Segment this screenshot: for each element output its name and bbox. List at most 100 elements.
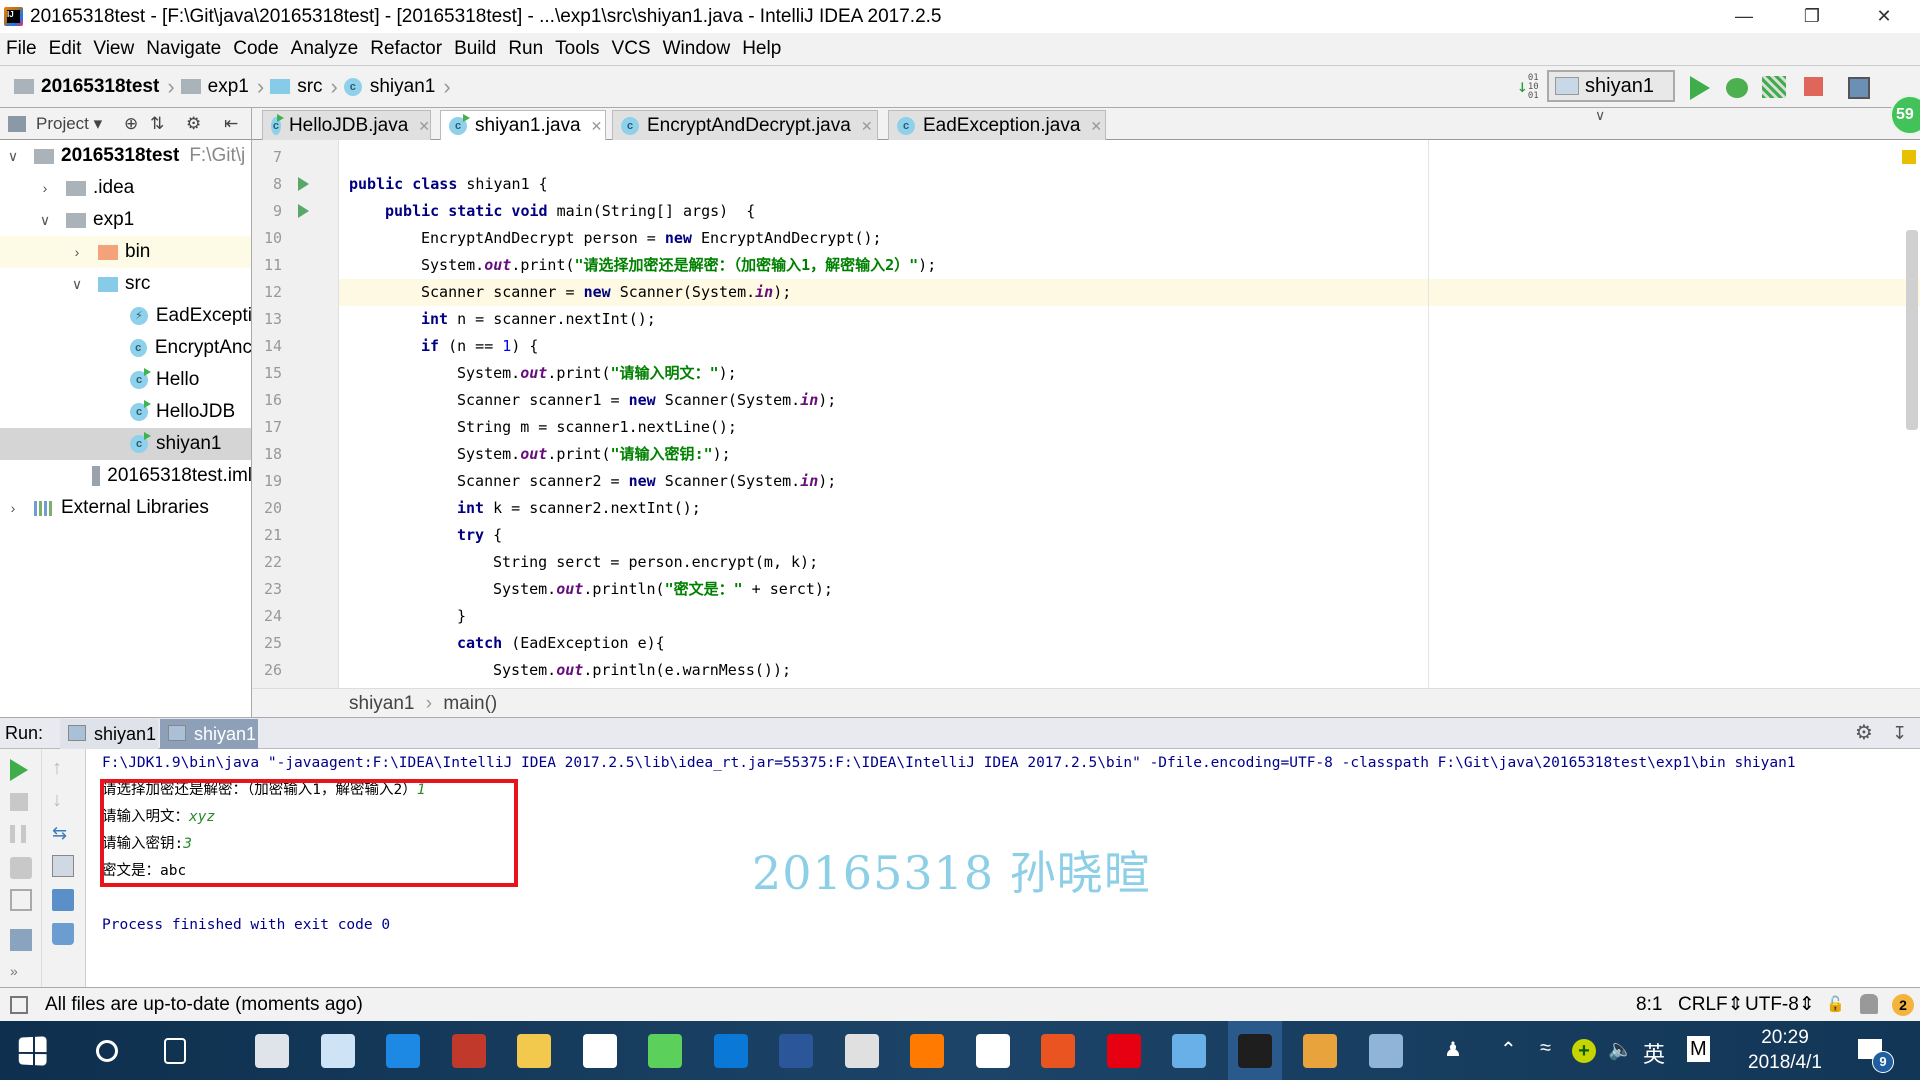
code-line[interactable]: String serct = person.encrypt(m, k); [493,549,818,576]
exit-icon[interactable] [10,889,32,911]
menu-view[interactable]: View [93,33,134,65]
chevron-down-icon[interactable]: ∨ [70,268,84,300]
download-sources-icon[interactable]: ↓ 01 10 01 [1517,74,1541,102]
wifi-icon[interactable]: ≈ [1540,1037,1551,1060]
line-separator[interactable]: CRLF⇕ [1678,988,1744,1021]
lock-icon[interactable]: 🔓 [1826,988,1845,1021]
close-tab-icon[interactable]: ✕ [591,111,603,141]
close-button[interactable]: ✕ [1856,0,1912,33]
locate-icon[interactable]: ⊕ [124,108,138,140]
pause-icon[interactable] [10,825,26,843]
code-line[interactable]: catch (EadException e){ [457,630,665,657]
code-line[interactable]: int n = scanner.nextInt(); [421,306,656,333]
firefox-taskbar-icon[interactable] [910,1034,944,1068]
tree-item-shiyan1[interactable]: c shiyan1 [0,428,251,460]
code-line[interactable]: public class shiyan1 { [349,171,548,198]
menu-edit[interactable]: Edit [49,33,82,65]
photos-taskbar-icon[interactable] [1368,1034,1403,1068]
menu-code[interactable]: Code [233,33,278,65]
menu-analyze[interactable]: Analyze [291,33,359,65]
collapse-all-icon[interactable]: ⇅ [150,108,164,140]
code-line[interactable]: System.out.print("请选择加密还是解密：（加密输入1，解密输入2… [421,252,936,279]
code-line[interactable]: int k = scanner2.nextInt(); [457,495,701,522]
code-line[interactable]: System.out.println(e.warnMess()); [493,657,791,684]
sourcetree-taskbar-icon[interactable] [1172,1034,1206,1068]
crumb-src[interactable]: src › [270,66,338,108]
tree-item-20165318test[interactable]: ∨ 20165318test F:\Git\j [0,140,251,172]
project-tool-header[interactable]: Project ▾ ⊕ ⇅ ⚙ ⇤ [0,108,252,140]
crumb-project[interactable]: 20165318test › [14,66,175,108]
file-explorer-taskbar-icon[interactable] [517,1034,551,1068]
code-line[interactable]: public static void main(String[] args) { [385,198,755,225]
code-line[interactable]: System.out.print("请输入密钥:"); [457,441,731,468]
tab-shiyan1[interactable]: c shiyan1.java ✕ [440,110,606,140]
tool-windows-icon[interactable] [10,996,28,1014]
code-line[interactable]: try { [457,522,502,549]
chevron-right-icon[interactable]: › [38,172,52,204]
volume-icon[interactable]: 🔈 [1608,1037,1633,1062]
run-gutter-icon[interactable] [298,204,309,218]
tree-item-eadexcepti[interactable]: ⚡ EadExcepti [0,300,251,332]
ubuntu-taskbar-icon[interactable] [1041,1034,1075,1068]
code-line[interactable]: if (n == 1) { [421,333,538,360]
tree-item-external-libraries[interactable]: › External Libraries [0,492,251,524]
menu-run[interactable]: Run [508,33,543,65]
chevron-right-icon[interactable]: › [6,492,20,524]
tree-item-20165318test-iml[interactable]: 20165318test.iml [0,460,251,492]
ime-language-indicator[interactable]: 英 [1643,1037,1665,1069]
print-icon[interactable] [52,889,74,911]
hide-panel-icon[interactable]: ⇤ [224,108,238,140]
chevron-down-icon[interactable]: ∨ [38,204,52,236]
menu-tools[interactable]: Tools [555,33,599,65]
crumb-exp1[interactable]: exp1 › [180,66,264,108]
breadcrumb-class[interactable]: shiyan1 [349,693,415,714]
run-tab-1[interactable]: shiyan1 [60,719,158,749]
tree-item-hellojdb[interactable]: c HelloJDB [0,396,251,428]
hide-icon[interactable]: ↧ [1892,718,1907,748]
baidu-netdisk-taskbar-icon[interactable] [582,1034,617,1068]
code-line[interactable]: System.out.print("请输入明文："); [457,360,737,387]
caret-position[interactable]: 8:1 [1636,988,1662,1021]
project-structure-icon[interactable] [1848,77,1870,99]
gear-icon[interactable]: ⚙ [186,108,201,140]
code-editor[interactable]: 7 8 9 10 11 12 13 14 15 16 17 18 19 20 21 22 23 24 25 26 pu… [252,140,1920,688]
paint-taskbar-icon[interactable] [1303,1034,1337,1068]
run-icon[interactable] [1690,76,1710,100]
rerun-icon[interactable] [10,759,28,781]
down-arrow-icon[interactable]: ↓ [52,789,74,811]
people-icon[interactable]: ♟ [1444,1037,1462,1062]
menu-file[interactable]: File [6,33,37,65]
word-taskbar-icon[interactable] [779,1034,813,1068]
menu-window[interactable]: Window [663,33,731,65]
run-tab-2[interactable]: shiyan1 [160,719,258,749]
crumb-shiyan1[interactable]: c shiyan1 › [343,66,451,108]
360-security-icon[interactable]: + [1572,1039,1596,1063]
tree-item-bin[interactable]: › bin [0,236,251,268]
code-line[interactable]: Scanner scanner = new Scanner(System.in)… [421,279,791,306]
chevron-down-icon[interactable]: ∨ [6,140,20,172]
scroll-to-end-icon[interactable] [52,855,74,877]
code-line[interactable]: System.out.println("密文是：" + serct); [493,576,833,603]
stop-icon[interactable] [1804,77,1823,96]
office-taskbar-icon[interactable] [451,1034,486,1068]
close-tab-icon[interactable]: ✕ [861,111,873,141]
event-log-badge[interactable]: 2 [1892,994,1914,1016]
wechat-taskbar-icon[interactable] [648,1034,682,1068]
tree-item-encryptanc[interactable]: c EncryptAnc [0,332,251,364]
start-taskbar-icon[interactable] [18,1036,47,1066]
debug-icon[interactable] [1726,78,1748,98]
task-view-taskbar-icon[interactable] [164,1038,186,1064]
run-console[interactable]: » ↑ ↓ ⇆ F:\JDK1.9\bin\java "-javaagent:F… [0,749,1920,987]
chevron-right-icon[interactable]: › [70,236,84,268]
mail-taskbar-icon[interactable] [975,1034,1010,1068]
layout-icon[interactable] [10,929,32,951]
qq-taskbar-icon[interactable] [713,1034,748,1068]
menu-navigate[interactable]: Navigate [146,33,221,65]
stop-icon[interactable] [10,793,28,811]
soft-wrap-icon[interactable]: ⇆ [52,823,74,845]
close-tab-icon[interactable]: ✕ [1090,111,1102,141]
camera-dump-icon[interactable] [10,857,32,879]
hector-inspector-icon[interactable] [1860,994,1878,1014]
intellij-taskbar-icon[interactable] [1237,1034,1272,1068]
show-hidden-icons[interactable]: ⌃ [1500,1037,1517,1062]
